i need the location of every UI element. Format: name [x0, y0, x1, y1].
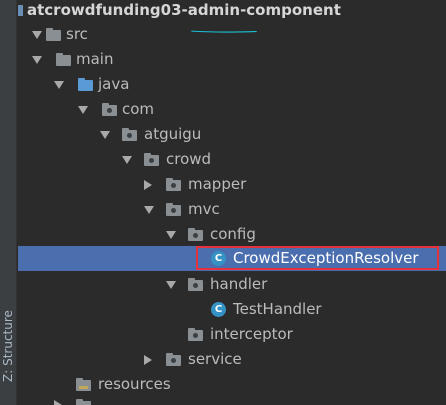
tree-item-mapper[interactable]: mapper [142, 172, 442, 197]
package-icon [188, 328, 203, 341]
resources-folder-icon [76, 378, 91, 391]
package-icon [144, 153, 159, 166]
structure-tab-label[interactable]: Z: Structure [1, 310, 15, 382]
folder-icon [56, 53, 71, 66]
java-class-icon: C [211, 251, 226, 266]
package-icon [188, 278, 203, 291]
tree-item-mvc[interactable]: mvc [142, 197, 442, 222]
collapse-arrow-icon[interactable] [144, 355, 152, 365]
expand-arrow-icon[interactable] [54, 81, 64, 89]
expand-arrow-icon[interactable] [166, 231, 176, 239]
project-title-row[interactable]: atcrowdfunding03-admin-component [18, 1, 341, 19]
source-folder-icon [78, 78, 93, 91]
tree-item-crowd-exception-resolver[interactable]: C CrowdExceptionResolver [18, 246, 446, 271]
package-icon [166, 353, 181, 366]
tree-item-label: java [98, 75, 130, 93]
tree-item-label: handler [210, 275, 268, 293]
tree-item-java[interactable]: java [52, 72, 432, 97]
collapse-arrow-icon [54, 400, 62, 405]
tree-item-label: service [188, 350, 242, 368]
folder-icon [76, 399, 91, 405]
tree-item-label: mvc [188, 200, 220, 218]
tree-item-interceptor[interactable]: interceptor [164, 322, 444, 347]
tree-item-label: crowd [166, 150, 212, 168]
tree-item-label: interceptor [210, 325, 293, 343]
tree-item-handler[interactable]: handler [164, 272, 444, 297]
tree-item-service[interactable]: service [142, 347, 442, 372]
expand-arrow-icon[interactable] [122, 156, 132, 164]
tree-item-atguigu[interactable]: atguigu [98, 122, 438, 147]
package-icon [166, 203, 181, 216]
tree-item-test-handler[interactable]: C TestHandler [208, 297, 444, 322]
tree-item-label: src [66, 25, 88, 43]
expand-arrow-icon[interactable] [32, 31, 42, 39]
cut-off-tree-row [52, 398, 172, 405]
collapse-arrow-icon[interactable] [144, 180, 152, 190]
expand-arrow-icon[interactable] [144, 206, 154, 214]
tree-item-com[interactable]: com [76, 97, 436, 122]
tree-item-label: main [76, 50, 114, 68]
tree-item-label: CrowdExceptionResolver [233, 249, 419, 267]
expand-arrow-icon[interactable] [166, 281, 176, 289]
tree-item-label: atguigu [144, 125, 202, 143]
tree-item-label: config [210, 225, 256, 243]
tree-item-label: TestHandler [233, 300, 322, 318]
tree-item-crowd[interactable]: crowd [120, 147, 440, 172]
folder-icon [46, 28, 61, 41]
package-icon [122, 128, 137, 141]
package-icon [102, 103, 117, 116]
expand-arrow-icon[interactable] [32, 56, 42, 64]
expand-arrow-icon[interactable] [78, 106, 88, 114]
tree-item-src[interactable]: src [28, 22, 428, 47]
tree-item-label: com [122, 100, 155, 118]
tree-item-main[interactable]: main [28, 47, 428, 72]
expand-arrow-icon[interactable] [100, 131, 110, 139]
tree-item-label: resources [98, 375, 171, 393]
project-title: atcrowdfunding03-admin-component [27, 1, 341, 19]
tree-item-config[interactable]: config [164, 222, 444, 247]
tree-item-resources[interactable]: resources [52, 372, 432, 397]
java-class-icon: C [211, 302, 226, 317]
package-icon [166, 178, 181, 191]
module-icon [18, 5, 23, 16]
tree-item-label: mapper [188, 175, 247, 193]
package-icon [188, 228, 203, 241]
